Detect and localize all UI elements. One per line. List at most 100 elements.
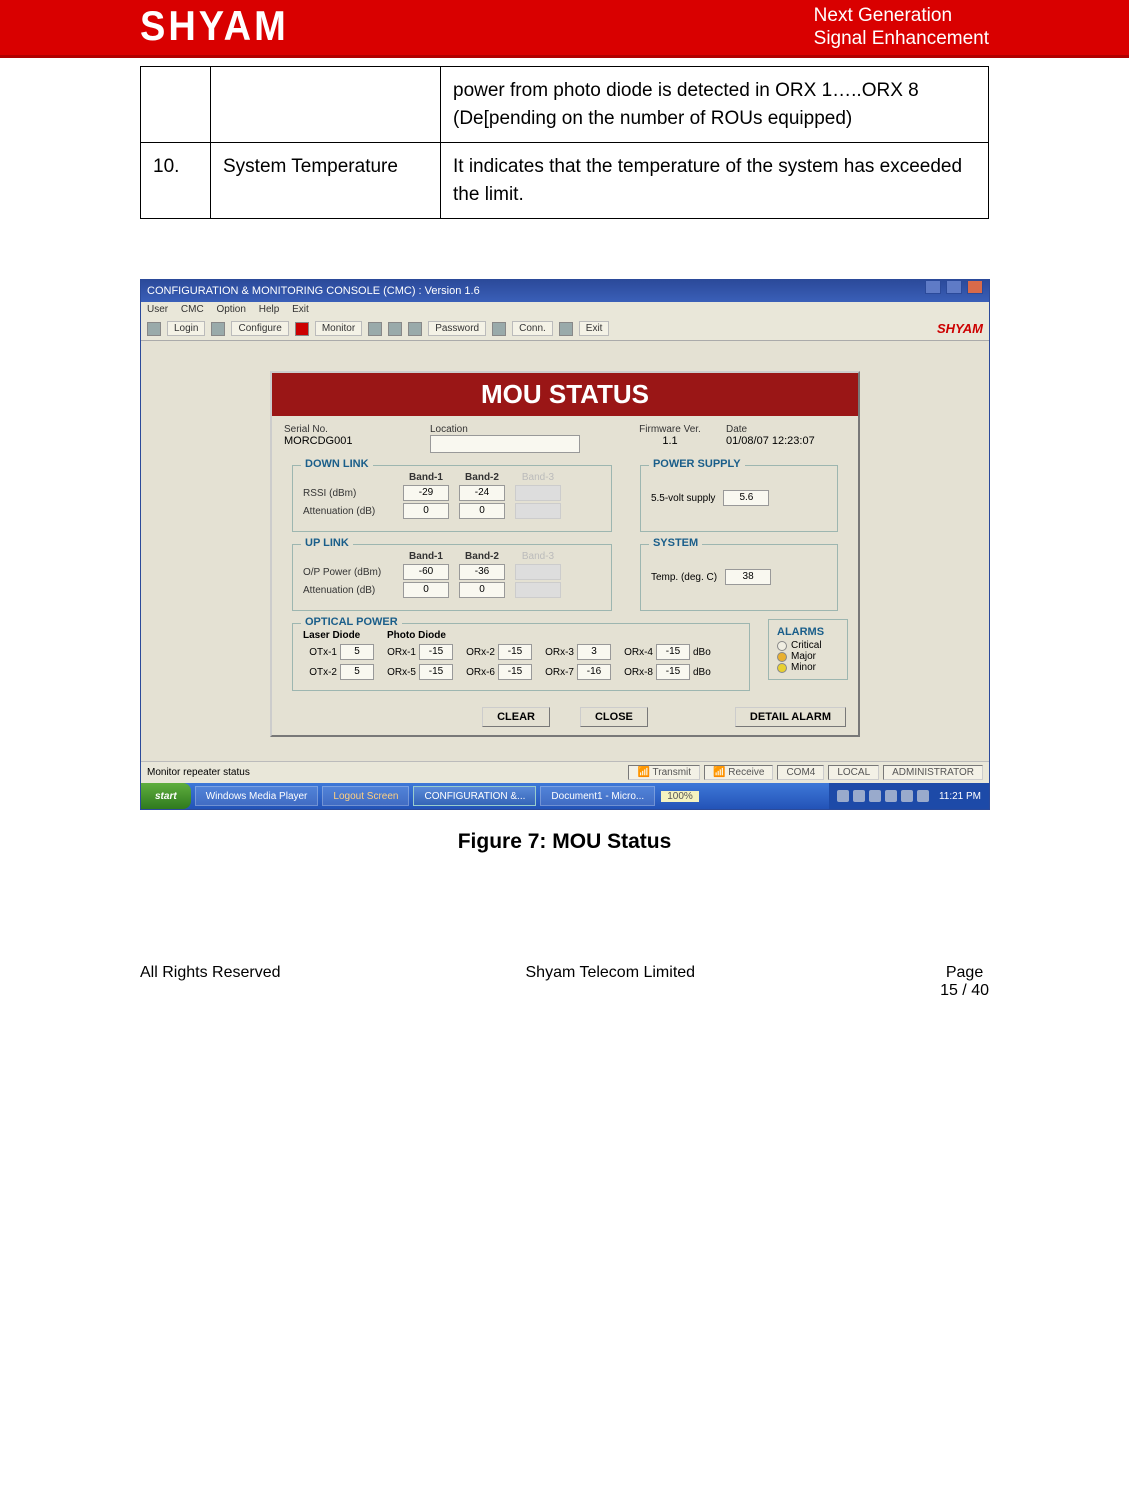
brand-label: SHYAM: [937, 321, 983, 336]
power-fieldset: POWER SUPPLY 5.5-volt supply 5.6: [640, 465, 838, 532]
menu-cmc[interactable]: CMC: [181, 304, 204, 315]
alarms-legend: ALARMS: [777, 626, 839, 638]
alarms-fieldset: ALARMS Critical Major Minor: [768, 619, 848, 680]
transmit-panel: 📶 Transmit: [628, 765, 700, 780]
menu-exit[interactable]: Exit: [292, 304, 309, 315]
com-panel: COM4: [777, 765, 824, 780]
password-button[interactable]: Password: [428, 321, 486, 336]
blank-icon: [368, 322, 382, 336]
op-label: O/P Power (dBm): [303, 567, 393, 578]
orx7-val: -16: [577, 664, 611, 680]
detail-alarm-button[interactable]: DETAIL ALARM: [735, 707, 846, 727]
monitor-button[interactable]: Monitor: [315, 321, 362, 336]
downlink-legend: DOWN LINK: [301, 458, 373, 470]
att-b2: 0: [459, 503, 505, 519]
mou-buttons: CLEAR CLOSE DETAIL ALARM: [272, 699, 858, 735]
tray-icon[interactable]: [917, 790, 929, 802]
cell-num: [141, 67, 211, 143]
fw-label: Firmware Ver.: [630, 424, 710, 435]
clock: 11:21 PM: [939, 791, 981, 802]
minimize-icon[interactable]: [925, 280, 941, 294]
maximize-icon[interactable]: [946, 280, 962, 294]
uplink-legend: UP LINK: [301, 537, 353, 549]
alarm-table: power from photo diode is detected in OR…: [140, 66, 989, 219]
location-label: Location: [430, 424, 580, 435]
task-wmp[interactable]: Windows Media Player: [195, 786, 319, 806]
exit-button[interactable]: Exit: [579, 321, 610, 336]
cell-name: System Temperature: [211, 143, 441, 219]
orx3-val: 3: [577, 644, 611, 660]
date-label: Date: [726, 424, 846, 435]
alarm-major: Major: [791, 651, 816, 662]
uplink-fieldset: UP LINK Band-1 Band-2 Band-3 O/P Power (…: [292, 544, 612, 611]
otx1-val: 5: [340, 644, 374, 660]
system-legend: SYSTEM: [649, 537, 702, 549]
orx8-val: -15: [656, 664, 690, 680]
lock-icon: [408, 322, 422, 336]
op-b1: -60: [403, 564, 449, 580]
key-icon: [147, 322, 161, 336]
tray-icon[interactable]: [901, 790, 913, 802]
user-panel: ADMINISTRATOR: [883, 765, 983, 780]
op-b3: [515, 564, 561, 580]
band1-label: Band-1: [403, 472, 449, 483]
task-word[interactable]: Document1 - Micro...: [540, 786, 655, 806]
otx2-lbl: OTx-2: [303, 667, 337, 678]
downlink-fieldset: DOWN LINK Band-1 Band-2 Band-3 RSSI (dBm…: [292, 465, 612, 532]
menu-option[interactable]: Option: [216, 304, 245, 315]
rssi-b2: -24: [459, 485, 505, 501]
window-title: CONFIGURATION & MONITORING CONSOLE (CMC)…: [147, 280, 480, 302]
task-cmc[interactable]: CONFIGURATION &...: [413, 786, 536, 806]
orx1-lbl: ORx-1: [382, 647, 416, 658]
rssi-b3: [515, 485, 561, 501]
orx8-lbl: ORx-8: [619, 667, 653, 678]
temp-value: 38: [725, 569, 771, 585]
task-logout[interactable]: Logout Screen: [322, 786, 409, 806]
ul-band2-label: Band-2: [459, 551, 505, 562]
serial-value: MORCDG001: [284, 435, 414, 447]
menu-user[interactable]: User: [147, 304, 168, 315]
window-titlebar[interactable]: CONFIGURATION & MONITORING CONSOLE (CMC)…: [141, 280, 989, 302]
tray-icon[interactable]: [885, 790, 897, 802]
ul-band3-label: Band-3: [515, 551, 561, 562]
status-text: Monitor repeater status: [147, 767, 250, 778]
statusbar: Monitor repeater status 📶 Transmit 📶 Rec…: [141, 761, 989, 783]
footer-page: Page 15 / 40: [940, 964, 989, 1000]
orx4-lbl: ORx-4: [619, 647, 653, 658]
receive-panel: 📶 Receive: [704, 765, 773, 780]
cell-name: [211, 67, 441, 143]
cell-num: 10.: [141, 143, 211, 219]
start-button[interactable]: start: [141, 783, 191, 809]
band3-label: Band-3: [515, 472, 561, 483]
clear-button[interactable]: CLEAR: [482, 707, 550, 727]
configure-button[interactable]: Configure: [231, 321, 288, 336]
unit-dbo2: dBo: [693, 667, 717, 678]
ul-att-b3: [515, 582, 561, 598]
power-legend: POWER SUPPLY: [649, 458, 745, 470]
rssi-b1: -29: [403, 485, 449, 501]
conn-button[interactable]: Conn.: [512, 321, 553, 336]
temp-label: Temp. (deg. C): [651, 572, 717, 583]
figure-caption: Figure 7: MOU Status: [140, 830, 989, 854]
tray-icon[interactable]: [853, 790, 865, 802]
cell-desc: power from photo diode is detected in OR…: [441, 67, 989, 143]
conn-icon: [492, 322, 506, 336]
ul-band1-label: Band-1: [403, 551, 449, 562]
tray-icon[interactable]: [837, 790, 849, 802]
mou-top-row: Serial No. MORCDG001 Location Firmware V…: [272, 416, 858, 457]
menu-help[interactable]: Help: [259, 304, 280, 315]
close-button[interactable]: CLOSE: [580, 707, 648, 727]
toolbar: Login Configure Monitor Password Conn. E…: [141, 317, 989, 341]
login-button[interactable]: Login: [167, 321, 205, 336]
page-body: power from photo diode is detected in OR…: [0, 58, 1129, 954]
alarm-critical: Critical: [791, 640, 822, 651]
unit-dbo: dBo: [693, 647, 717, 658]
close-icon[interactable]: [967, 280, 983, 294]
rssi-label: RSSI (dBm): [303, 488, 393, 499]
op-b2: -36: [459, 564, 505, 580]
footer-left: All Rights Reserved: [140, 964, 281, 1000]
canvas: MOU STATUS Serial No. MORCDG001 Location…: [141, 341, 989, 761]
power-value: 5.6: [723, 490, 769, 506]
att-b3: [515, 503, 561, 519]
tray-icon[interactable]: [869, 790, 881, 802]
